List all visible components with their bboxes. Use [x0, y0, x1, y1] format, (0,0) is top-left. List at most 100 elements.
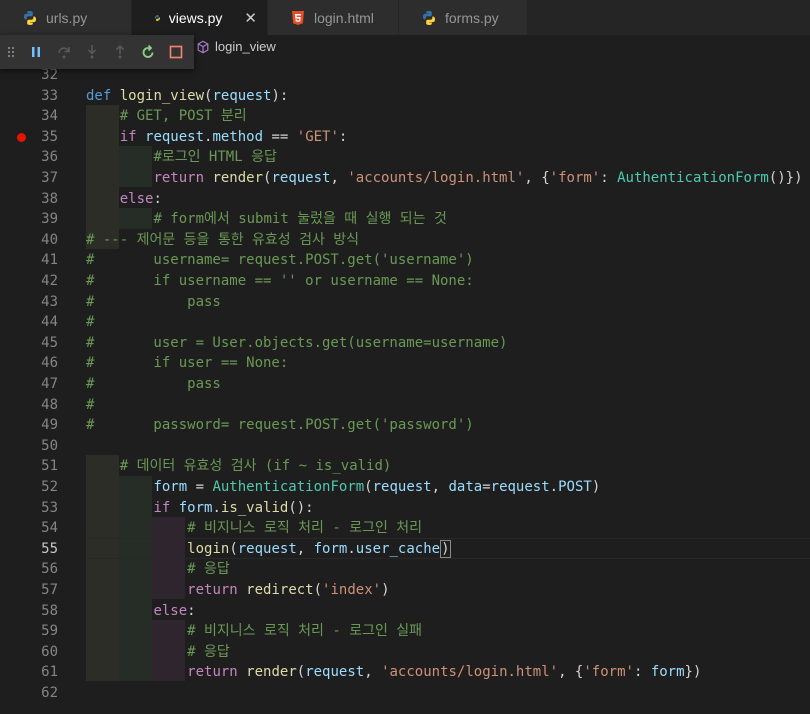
- breadcrumb-symbol[interactable]: login_view: [196, 39, 276, 54]
- python-icon: [154, 14, 160, 21]
- code-text: # GET, POST 분리: [119, 108, 247, 125]
- code-text: login(request, form.user_cache): [187, 539, 451, 558]
- step-over-icon[interactable]: [50, 38, 78, 66]
- code-editor[interactable]: 32 33 def login_view(request): 34 # GET, PO…: [0, 64, 810, 714]
- line-number: 52: [41, 479, 58, 495]
- line-number: 59: [41, 623, 58, 640]
- step-into-icon[interactable]: [78, 38, 106, 66]
- code-text: #로그인 HTML 응답: [153, 149, 277, 166]
- code-line[interactable]: 35 if request.method == 'GET':: [0, 127, 810, 148]
- tab-label: forms.py: [445, 9, 499, 26]
- code-text: return redirect('index'): [187, 582, 390, 598]
- editor-tab-bar: urls.py views.py ✕ login.html forms.py: [0, 0, 810, 35]
- code-text: else:: [153, 602, 196, 619]
- code-line[interactable]: 55 login(request, form.user_cache): [0, 539, 810, 560]
- code-line[interactable]: 43 # pass: [0, 292, 810, 313]
- line-number: 35: [41, 128, 58, 145]
- pause-icon[interactable]: [22, 38, 50, 66]
- line-number: 38: [41, 190, 58, 207]
- code-line[interactable]: 49 # password= request.POST.get('password…: [0, 415, 810, 436]
- line-number: 57: [41, 582, 58, 598]
- code-line[interactable]: 58 else:: [0, 601, 810, 622]
- code-line[interactable]: 45 # user = User.objects.get(username=use…: [0, 333, 810, 354]
- code-line[interactable]: 62: [0, 683, 810, 704]
- code-line[interactable]: 48 #: [0, 395, 810, 416]
- tab-forms-py[interactable]: forms.py: [399, 0, 528, 35]
- code-line[interactable]: 37 return render(request, 'accounts/logi…: [0, 168, 810, 189]
- line-number: 55: [41, 540, 58, 557]
- code-line[interactable]: 36 #로그인 HTML 응답: [0, 147, 810, 168]
- code-text: # 응답: [187, 643, 230, 660]
- code-text: # form에서 submit 눌렀을 때 실행 되는 것: [153, 211, 447, 228]
- tab-label: views.py: [168, 9, 223, 26]
- restart-icon[interactable]: [134, 38, 162, 66]
- line-number: 60: [41, 643, 58, 660]
- line-number: 50: [41, 437, 58, 454]
- line-number: 34: [41, 108, 58, 125]
- code-line[interactable]: 38 else:: [0, 189, 810, 210]
- code-line[interactable]: 47 # pass: [0, 374, 810, 395]
- code-line[interactable]: 52 form = AuthenticationForm(request, da…: [0, 477, 810, 498]
- code-line[interactable]: 42 # if username == '' or username == Non…: [0, 271, 810, 292]
- code-text: # 데이터 유효성 검사 (if ~ is_valid): [119, 458, 392, 475]
- code-text: # username= request.POST.get('username'): [86, 252, 474, 269]
- code-text: return render(request, 'accounts/login.h…: [187, 664, 702, 681]
- line-number: 47: [41, 376, 58, 392]
- code-line[interactable]: 51 # 데이터 유효성 검사 (if ~ is_valid): [0, 456, 810, 477]
- code-text: # 비지니스 로직 처리 - 로그인 실패: [187, 623, 423, 640]
- stop-icon[interactable]: [162, 38, 190, 66]
- code-text: # pass: [86, 376, 221, 392]
- code-text: # if user == None:: [86, 355, 289, 372]
- line-number: 37: [41, 170, 58, 186]
- code-line[interactable]: 46 # if user == None:: [0, 353, 810, 374]
- code-text: #: [86, 396, 95, 413]
- step-out-icon[interactable]: [106, 38, 134, 66]
- code-line[interactable]: 60 # 응답: [0, 642, 810, 663]
- code-line[interactable]: 39 # form에서 submit 눌렀을 때 실행 되는 것: [0, 209, 810, 230]
- tab-login-html[interactable]: login.html: [268, 0, 399, 35]
- line-number: 43: [41, 293, 58, 310]
- python-icon: [24, 10, 36, 25]
- line-number: 33: [41, 87, 58, 104]
- code-text: # 비지니스 로직 처리 - 로그인 처리: [187, 520, 423, 537]
- line-number: 41: [41, 252, 58, 269]
- code-text: #: [86, 314, 95, 331]
- code-line[interactable]: 40 # --- 제어문 등을 통한 유효성 검사 방식: [0, 230, 810, 251]
- code-text: # user = User.objects.get(username=usern…: [86, 334, 508, 351]
- code-line[interactable]: 54 # 비지니스 로직 처리 - 로그인 처리: [0, 518, 810, 539]
- code-text: # if username == '' or username == None:: [86, 273, 474, 289]
- code-text: return render(request, 'accounts/login.h…: [153, 170, 803, 186]
- code-text: else:: [119, 190, 162, 207]
- tab-label: login.html: [314, 9, 374, 26]
- line-number: 44: [41, 314, 58, 331]
- code-text: # --- 제어문 등을 통한 유효성 검사 방식: [86, 231, 360, 248]
- code-line[interactable]: 53 if form.is_valid():: [0, 498, 810, 519]
- code-line[interactable]: 61 return render(request, 'accounts/logi…: [0, 662, 810, 683]
- code-line[interactable]: 44 #: [0, 312, 810, 333]
- tab-label: urls.py: [46, 9, 88, 26]
- breadcrumb-label: login_view: [215, 39, 276, 54]
- cube-icon: [197, 40, 209, 53]
- line-number: 49: [41, 417, 58, 434]
- code-line[interactable]: 50: [0, 436, 810, 457]
- code-text: form = AuthenticationForm(request, data=…: [153, 479, 601, 495]
- drag-handle-icon[interactable]: [0, 38, 22, 66]
- code-line[interactable]: 56 # 응답: [0, 559, 810, 580]
- close-tab-icon[interactable]: ✕: [244, 9, 257, 27]
- code-text: # password= request.POST.get('password'): [86, 417, 474, 434]
- code-line[interactable]: 59 # 비지니스 로직 처리 - 로그인 실패: [0, 621, 810, 642]
- code-line[interactable]: 33 def login_view(request):: [0, 86, 810, 107]
- line-number: 45: [41, 334, 58, 351]
- code-text: def login_view(request):: [86, 87, 289, 104]
- line-number: 62: [41, 685, 58, 701]
- tab-urls-py[interactable]: urls.py: [0, 0, 132, 35]
- code-text: # pass: [86, 293, 221, 310]
- line-number: 58: [41, 602, 58, 619]
- code-line[interactable]: 41 # username= request.POST.get('username…: [0, 250, 810, 271]
- line-number: 40: [41, 231, 58, 248]
- code-text: # 응답: [187, 561, 230, 578]
- code-line[interactable]: 34 # GET, POST 분리: [0, 106, 810, 127]
- tab-views-py[interactable]: views.py ✕: [132, 0, 268, 35]
- code-line[interactable]: 57 return redirect('index'): [0, 580, 810, 601]
- line-number: 53: [41, 499, 58, 516]
